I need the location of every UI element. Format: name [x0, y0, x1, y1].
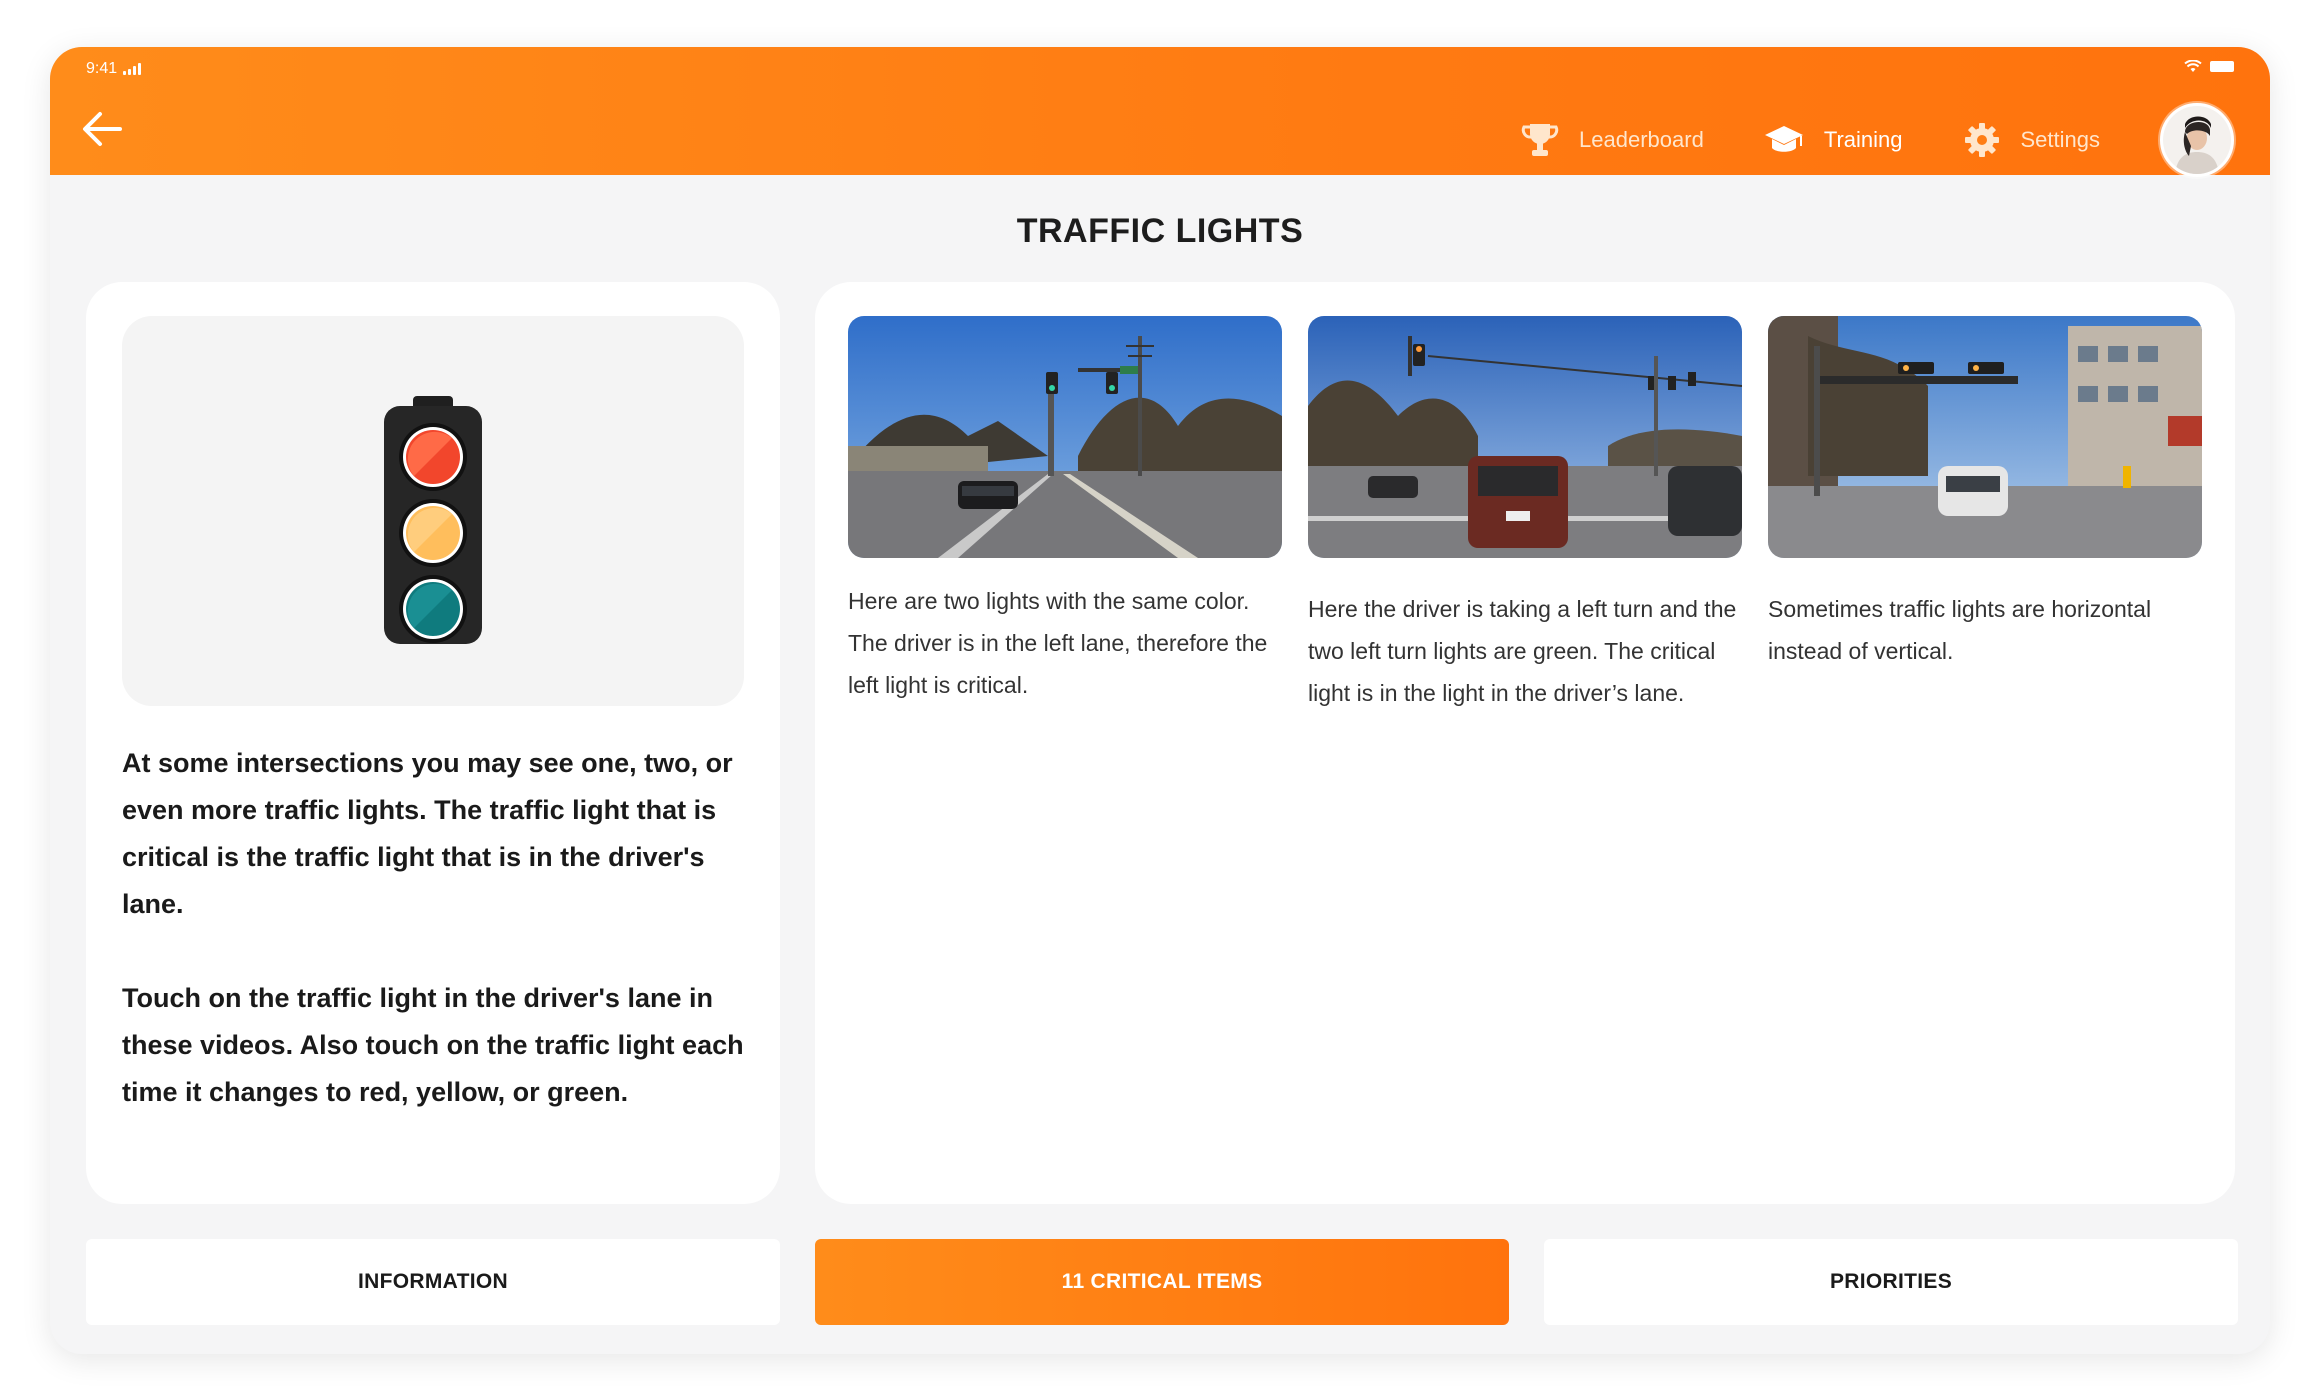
intro-paragraph: At some intersections you may see one, t…: [122, 748, 733, 919]
wifi-icon: [2184, 60, 2202, 72]
bottom-tabs: INFORMATION 11 CRITICAL ITEMS PRIORITIES: [86, 1239, 2238, 1325]
arrow-left-icon: [83, 112, 122, 146]
status-icons: [2184, 60, 2234, 73]
nav-item-leaderboard[interactable]: Leaderboard: [1521, 122, 1704, 158]
intersection-photo: [1768, 316, 2202, 558]
examples-card: Here are two lights with the same color.…: [815, 282, 2235, 1204]
example-item: Sometimes traffic lights are horizontal …: [1768, 316, 2202, 672]
info-card: At some intersections you may see one, t…: [86, 282, 780, 1204]
instruction-paragraph: Touch on the traffic light in the driver…: [122, 983, 744, 1107]
intersection-photo: [1308, 316, 1742, 558]
nav-item-settings[interactable]: Settings: [1963, 121, 2101, 159]
status-bar-time: 9:41: [86, 60, 142, 78]
example-item: Here are two lights with the same color.…: [848, 316, 1282, 706]
illustration-panel: [122, 316, 744, 706]
intro-text: At some intersections you may see one, t…: [122, 740, 752, 1163]
example-caption: Here are two lights with the same color.…: [848, 588, 1268, 698]
clock: 9:41: [86, 60, 118, 77]
example-caption: Here the driver is taking a left turn an…: [1308, 596, 1737, 706]
example-photo[interactable]: [1768, 316, 2202, 558]
nav-label: Training: [1823, 127, 1903, 152]
avatar[interactable]: [2160, 103, 2234, 177]
example-photo[interactable]: [848, 316, 1282, 558]
nav-item-training[interactable]: Training: [1764, 124, 1903, 156]
nav-label: Settings: [2020, 127, 2101, 152]
nav-label: Leaderboard: [1579, 127, 1704, 152]
gear-icon: [1964, 123, 1999, 157]
intersection-photo: [848, 316, 1282, 558]
traffic-light-icon: [384, 396, 482, 644]
battery-icon: [2210, 61, 2234, 72]
tab-priorities[interactable]: PRIORITIES: [1544, 1239, 2238, 1325]
tab-critical-items[interactable]: 11 CRITICAL ITEMS: [815, 1239, 1509, 1325]
example-caption: Sometimes traffic lights are horizontal …: [1768, 596, 2152, 664]
app-window: 9:41 Leaderboard Training Settings TRAFF…: [50, 47, 2270, 1354]
cellular-signal-icon: [123, 63, 142, 75]
page-title: TRAFFIC LIGHTS: [1016, 212, 1304, 250]
top-nav: Leaderboard Training Settings: [1521, 103, 2234, 177]
top-bar: 9:41 Leaderboard Training Settings: [50, 47, 2270, 177]
graduation-cap-icon: [1764, 126, 1803, 152]
example-item: Here the driver is taking a left turn an…: [1308, 316, 1742, 714]
user-photo-icon: [2163, 106, 2231, 174]
trophy-icon: [1521, 124, 1559, 156]
tab-information[interactable]: INFORMATION: [86, 1239, 780, 1325]
back-button[interactable]: [80, 109, 128, 149]
example-photo[interactable]: [1308, 316, 1742, 558]
